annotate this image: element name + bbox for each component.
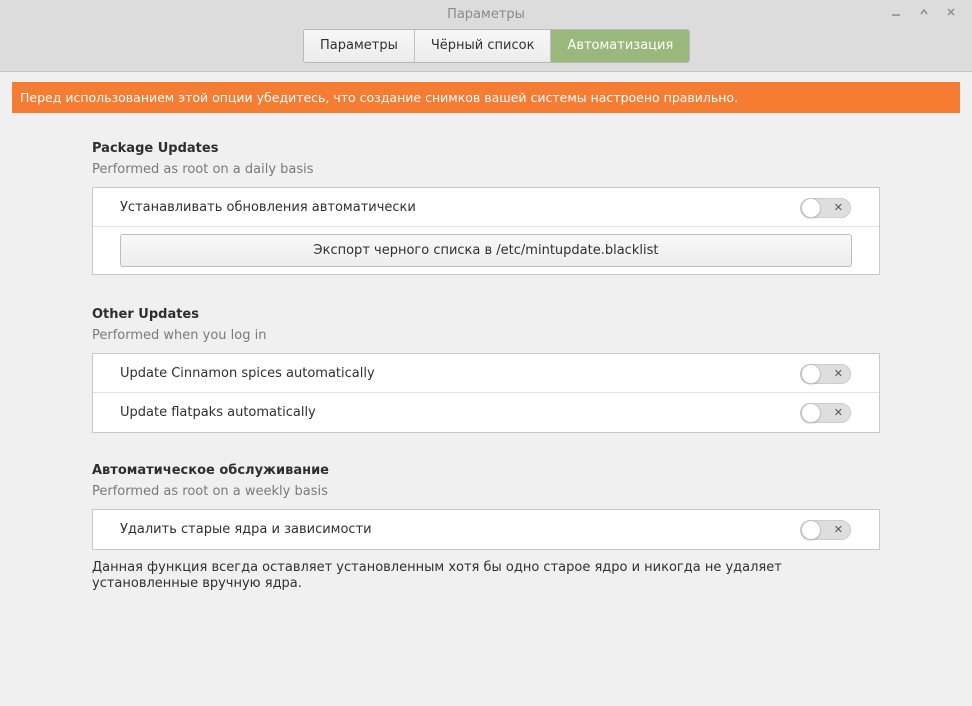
auto-install-toggle[interactable]: ✕ — [800, 198, 851, 218]
maximize-icon[interactable] — [915, 4, 933, 22]
maintenance-subtitle: Performed as root on a weekly basis — [92, 484, 328, 499]
flatpak-toggle[interactable]: ✕ — [800, 403, 851, 423]
remove-kernels-row: Удалить старые ядра и зависимости ✕ — [93, 510, 879, 549]
toggle-knob — [801, 364, 821, 384]
maintenance-box: Удалить старые ядра и зависимости ✕ — [92, 509, 880, 550]
warning-banner: Перед использованием этой опции убедитес… — [12, 82, 960, 113]
toggle-knob — [801, 403, 821, 423]
off-icon: ✕ — [833, 367, 843, 380]
title-bar: Параметры Параметры Чёрный список Автома… — [0, 0, 972, 72]
off-icon: ✕ — [833, 201, 843, 214]
export-blacklist-button[interactable]: Экспорт черного списка в /etc/mintupdate… — [120, 234, 852, 267]
maintenance-note: Данная функция всегда оставляет установл… — [92, 560, 782, 591]
package-updates-subtitle: Performed as root on a daily basis — [92, 162, 314, 177]
toggle-knob — [801, 198, 821, 218]
cinnamon-toggle[interactable]: ✕ — [800, 364, 851, 384]
minimize-icon[interactable] — [887, 4, 905, 22]
tab-automation[interactable]: Автоматизация — [551, 30, 690, 62]
off-icon: ✕ — [833, 406, 843, 419]
export-row: Экспорт черного списка в /etc/mintupdate… — [93, 227, 879, 274]
flatpak-label: Update flatpaks automatically — [120, 405, 316, 420]
tab-bar: Параметры Чёрный список Автоматизация — [303, 29, 691, 63]
tab-preferences[interactable]: Параметры — [304, 30, 415, 62]
auto-install-row: Устанавливать обновления автоматически ✕ — [93, 188, 879, 227]
window-title: Параметры — [447, 7, 525, 22]
off-icon: ✕ — [833, 523, 843, 536]
other-updates-box: Update Cinnamon spices automatically ✕ U… — [92, 353, 880, 433]
toggle-knob — [801, 520, 821, 540]
other-updates-title: Other Updates — [92, 307, 199, 322]
flatpak-row: Update flatpaks automatically ✕ — [93, 393, 879, 432]
auto-install-label: Устанавливать обновления автоматически — [120, 200, 416, 215]
other-updates-subtitle: Performed when you log in — [92, 328, 267, 343]
maintenance-title: Автоматическое обслуживание — [92, 463, 330, 478]
package-updates-box: Устанавливать обновления автоматически ✕… — [92, 187, 880, 275]
cinnamon-label: Update Cinnamon spices automatically — [120, 366, 375, 381]
remove-kernels-label: Удалить старые ядра и зависимости — [120, 522, 372, 537]
tab-blacklist[interactable]: Чёрный список — [414, 30, 552, 62]
remove-kernels-toggle[interactable]: ✕ — [800, 520, 851, 540]
close-icon[interactable] — [942, 4, 960, 22]
package-updates-title: Package Updates — [92, 141, 219, 156]
cinnamon-row: Update Cinnamon spices automatically ✕ — [93, 354, 879, 393]
